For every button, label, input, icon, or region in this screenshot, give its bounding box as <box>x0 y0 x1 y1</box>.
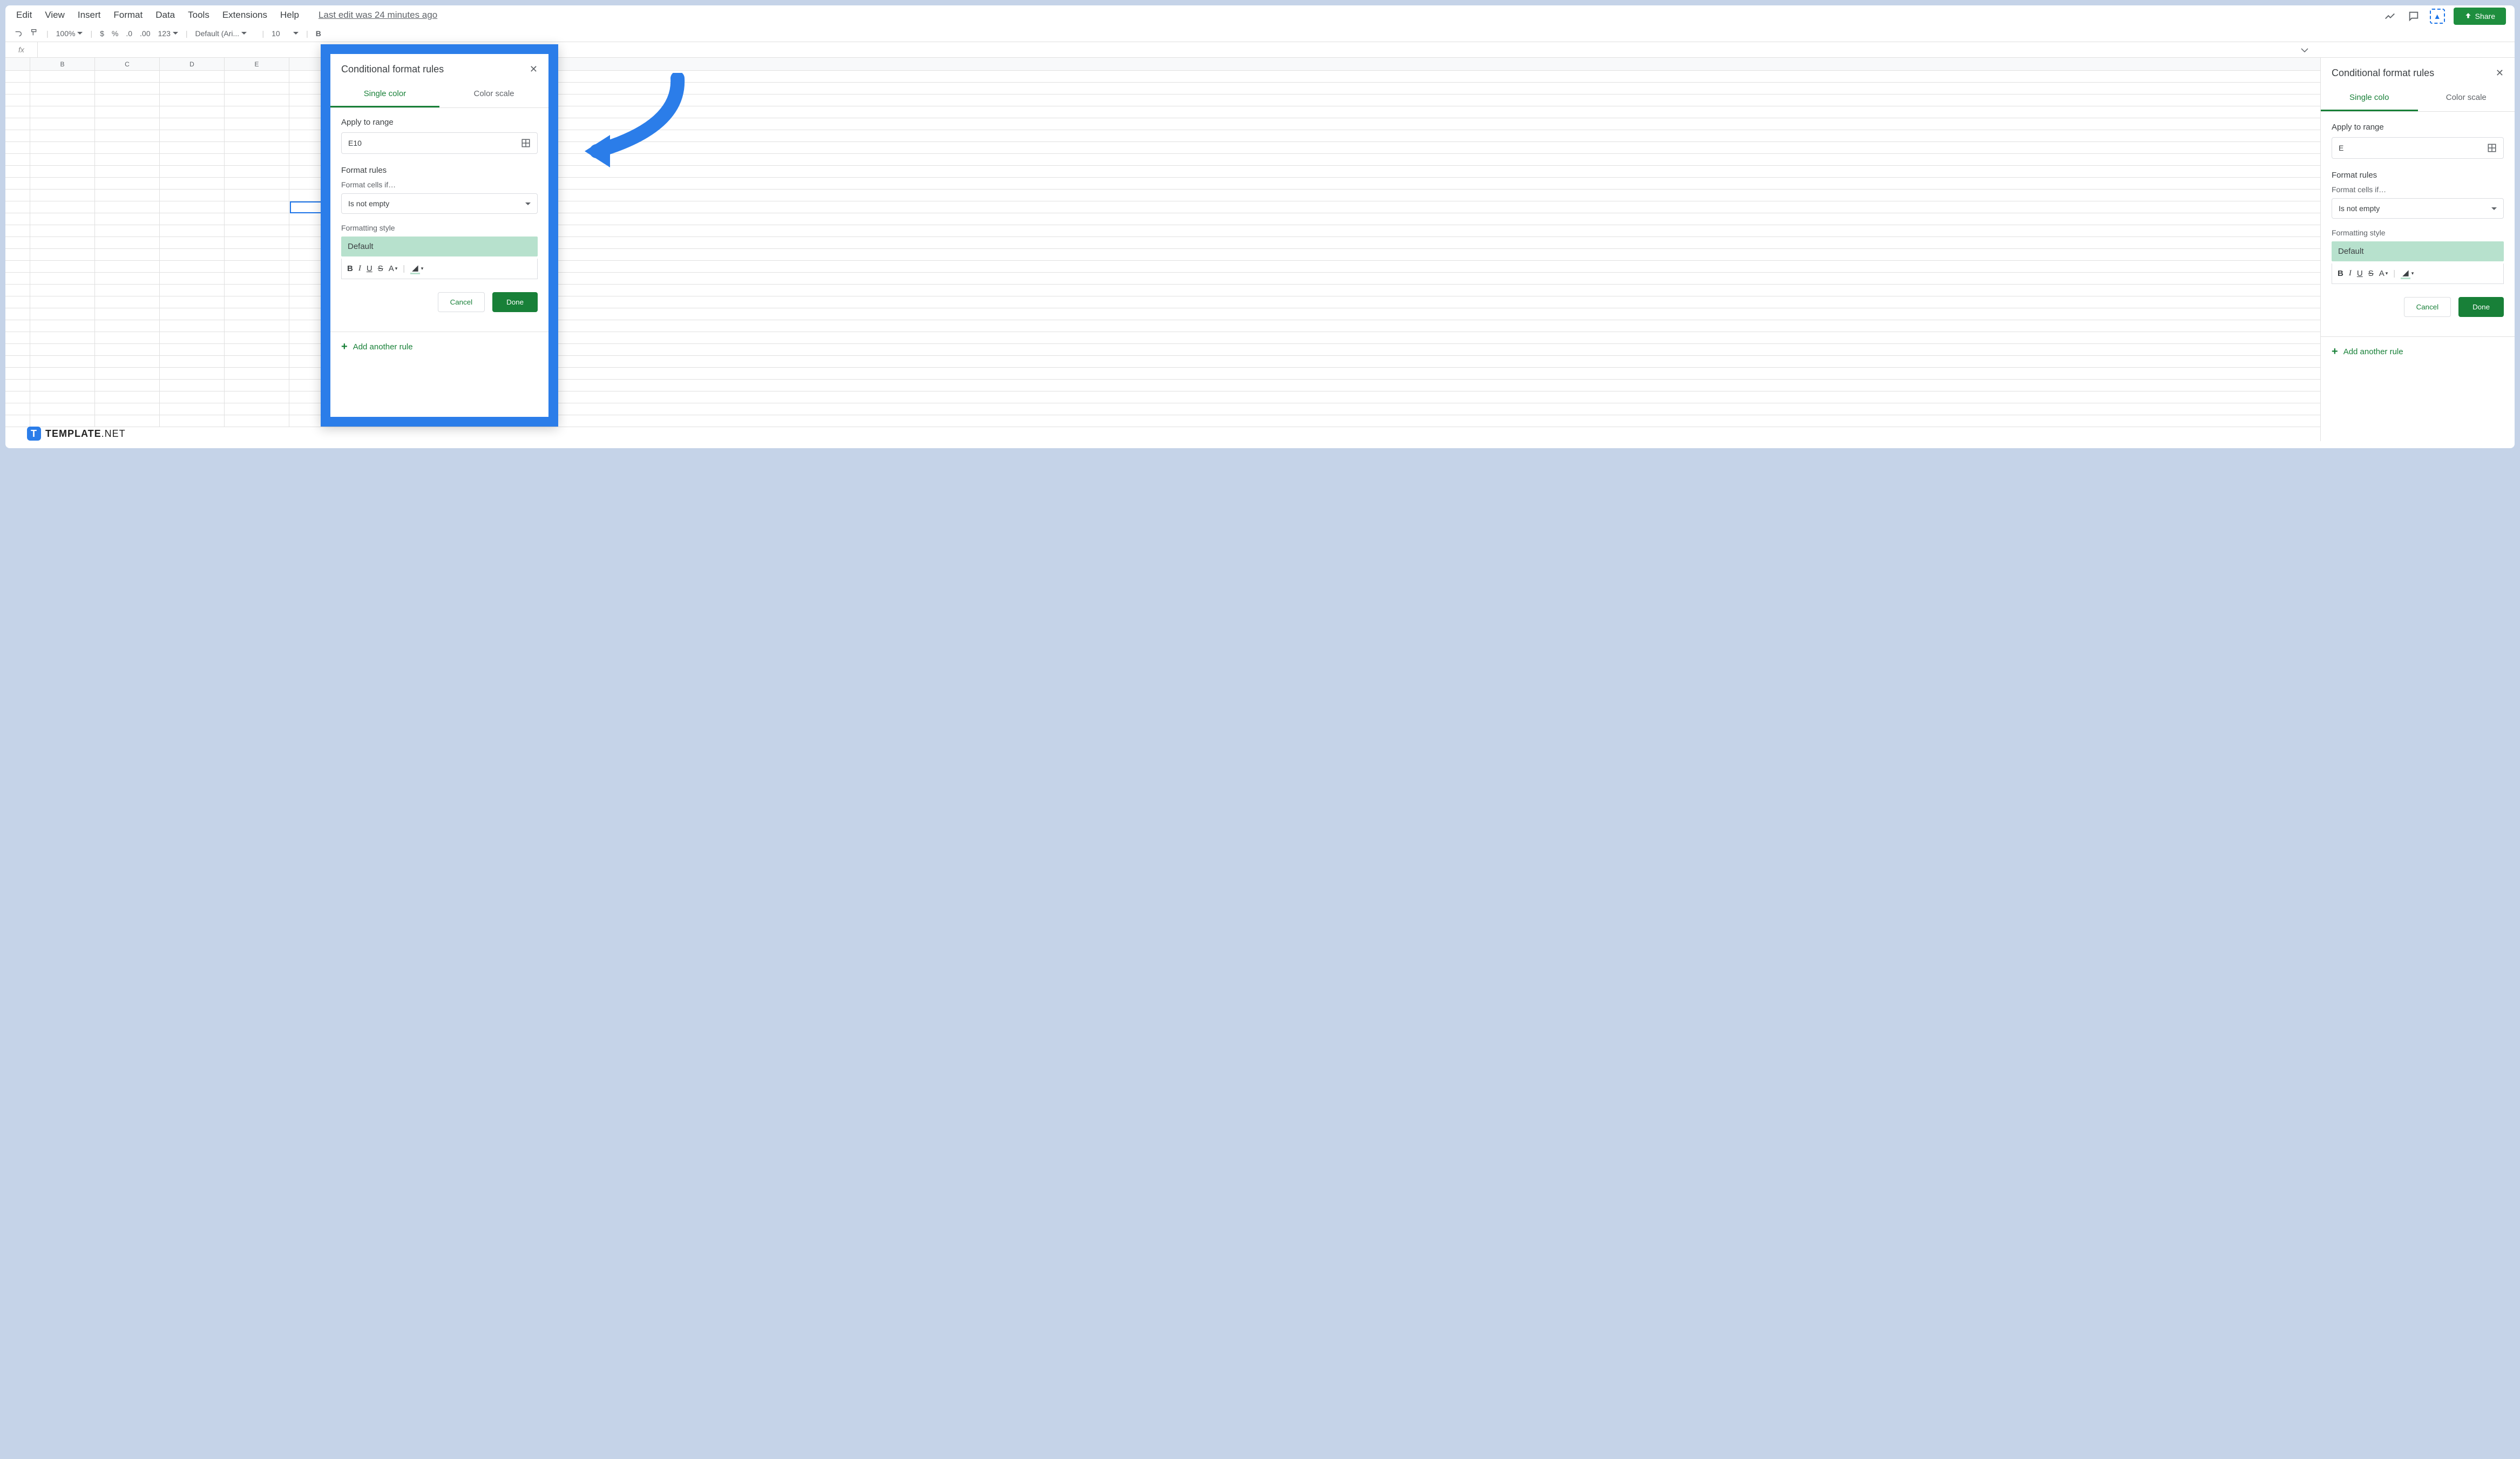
plus-icon: + <box>341 341 348 353</box>
done-button[interactable]: Done <box>492 292 538 312</box>
close-icon[interactable]: ✕ <box>530 64 538 75</box>
tab-color-scale[interactable]: Color scale <box>2418 85 2515 111</box>
share-label: Share <box>2475 12 2495 21</box>
fill-color-button[interactable]: ◢▾ <box>2401 268 2414 279</box>
font-dropdown[interactable]: Default (Ari... <box>195 29 255 38</box>
currency-button[interactable]: $ <box>100 29 104 38</box>
grid-icon[interactable] <box>2487 143 2497 153</box>
panel-title: Conditional format rules <box>2332 67 2434 79</box>
menu-view[interactable]: View <box>45 10 65 21</box>
select-all-corner[interactable] <box>5 58 30 70</box>
done-button[interactable]: Done <box>2458 297 2504 317</box>
formatting-style-label: Formatting style <box>341 224 538 232</box>
trend-icon[interactable] <box>2382 9 2397 24</box>
grid-icon[interactable] <box>521 138 531 148</box>
undo-icon[interactable] <box>14 28 23 38</box>
fx-label: fx <box>5 42 38 57</box>
menu-help[interactable]: Help <box>280 10 299 21</box>
apply-to-range-label: Apply to range <box>341 118 538 127</box>
format-toolbar: B I U S A▾ | ◢▾ <box>2332 264 2504 284</box>
comment-icon[interactable] <box>2406 9 2421 24</box>
format-cells-if-label: Format cells if… <box>341 180 538 189</box>
strike-button[interactable]: S <box>2368 269 2374 278</box>
tab-single-color[interactable]: Single colo <box>2321 85 2418 111</box>
underline-button[interactable]: U <box>2357 269 2363 278</box>
text-color-button[interactable]: A▾ <box>2379 269 2388 278</box>
app-frame: Edit View Insert Format Data Tools Exten… <box>5 5 2515 448</box>
panel-tabs: Single colo Color scale <box>2321 85 2515 112</box>
italic-button[interactable]: I <box>358 264 361 273</box>
condition-dropdown[interactable]: Is not empty <box>341 193 538 214</box>
present-icon[interactable]: ▲ <box>2430 9 2445 24</box>
add-another-rule[interactable]: + Add another rule <box>2321 336 2515 367</box>
collapse-caret-icon[interactable] <box>2300 45 2309 57</box>
brand-watermark: T TEMPLATE.NET <box>27 427 126 441</box>
tab-color-scale[interactable]: Color scale <box>439 82 548 107</box>
bold-button[interactable]: B <box>2338 269 2343 278</box>
col-header[interactable]: E <box>225 58 289 70</box>
dec-increase-button[interactable]: .00 <box>140 29 150 38</box>
percent-button[interactable]: % <box>112 29 118 38</box>
plus-icon: + <box>2332 346 2338 358</box>
brand-suffix: .NET <box>101 428 126 439</box>
col-header[interactable]: D <box>160 58 225 70</box>
condition-value: Is not empty <box>348 199 389 208</box>
top-right-actions: ▲ Share <box>2382 8 2506 25</box>
format-rules-label: Format rules <box>341 166 538 175</box>
share-button[interactable]: Share <box>2454 8 2506 25</box>
menu-extensions[interactable]: Extensions <box>222 10 267 21</box>
underline-button[interactable]: U <box>367 264 372 273</box>
highlighted-overlay: Conditional format rules ✕ Single color … <box>321 44 558 427</box>
add-another-rule[interactable]: + Add another rule <box>330 332 548 362</box>
format-cells-if-label: Format cells if… <box>2332 185 2504 194</box>
cancel-button[interactable]: Cancel <box>438 292 485 312</box>
text-color-button[interactable]: A▾ <box>389 264 398 273</box>
paint-icon[interactable] <box>30 28 39 38</box>
add-rule-label: Add another rule <box>353 342 413 352</box>
conditional-format-panel: Conditional format rules ✕ Single colo C… <box>2320 58 2515 441</box>
italic-button[interactable]: I <box>2349 269 2352 278</box>
fill-color-button[interactable]: ◢▾ <box>410 263 423 274</box>
brand-icon: T <box>27 427 41 441</box>
formatting-style-label: Formatting style <box>2332 228 2504 237</box>
close-icon[interactable]: ✕ <box>2496 67 2504 79</box>
toolbar: | 100% | $ % .0 .00 123 | Default (Ari..… <box>5 25 2515 42</box>
menu-tools[interactable]: Tools <box>188 10 209 21</box>
default-style-preview[interactable]: Default <box>2332 241 2504 261</box>
strike-button[interactable]: S <box>378 264 383 273</box>
tab-single-color[interactable]: Single color <box>330 82 439 107</box>
last-edit-link[interactable]: Last edit was 24 minutes ago <box>319 10 437 21</box>
dec-decrease-button[interactable]: .0 <box>126 29 132 38</box>
fontsize-dropdown[interactable]: 10 <box>272 29 299 38</box>
bold-button[interactable]: B <box>316 29 321 38</box>
add-rule-label: Add another rule <box>2343 347 2403 356</box>
chevron-down-icon <box>525 202 531 205</box>
menu-data[interactable]: Data <box>155 10 175 21</box>
cancel-button[interactable]: Cancel <box>2404 297 2451 317</box>
menu-bar: Edit View Insert Format Data Tools Exten… <box>5 5 2515 25</box>
brand-name: TEMPLATE <box>45 428 101 439</box>
col-header[interactable]: B <box>30 58 95 70</box>
menu-edit[interactable]: Edit <box>16 10 32 21</box>
range-value: E <box>2339 144 2343 152</box>
chevron-down-icon <box>2491 207 2497 210</box>
col-header[interactable]: C <box>95 58 160 70</box>
format-toolbar: B I U S A▾ | ◢▾ <box>341 259 538 279</box>
bold-button[interactable]: B <box>347 264 353 273</box>
condition-value: Is not empty <box>2339 204 2380 213</box>
apply-to-range-label: Apply to range <box>2332 123 2504 132</box>
panel-title: Conditional format rules <box>341 64 444 75</box>
number-format-dropdown[interactable]: 123 <box>158 29 178 38</box>
zoom-dropdown[interactable]: 100% <box>56 29 83 38</box>
range-input[interactable]: E10 <box>341 132 538 154</box>
condition-dropdown[interactable]: Is not empty <box>2332 198 2504 219</box>
range-value: E10 <box>348 139 362 147</box>
menu-insert[interactable]: Insert <box>78 10 101 21</box>
annotation-arrow <box>580 73 688 170</box>
default-style-preview[interactable]: Default <box>341 237 538 256</box>
menu-format[interactable]: Format <box>113 10 143 21</box>
range-input[interactable]: E <box>2332 137 2504 159</box>
format-rules-label: Format rules <box>2332 171 2504 180</box>
